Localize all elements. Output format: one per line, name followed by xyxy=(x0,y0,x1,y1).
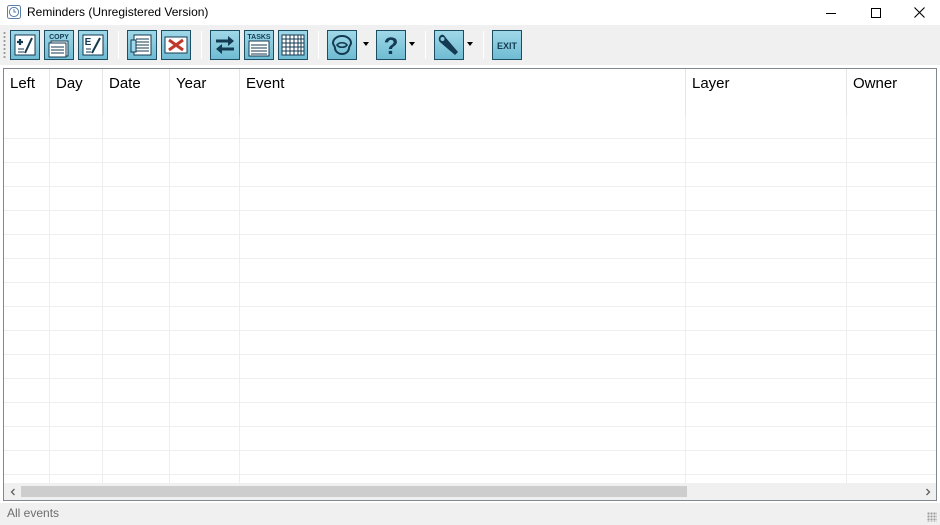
column-header-date[interactable]: Date xyxy=(103,69,170,115)
clock-app-icon xyxy=(7,5,21,19)
svg-text:?: ? xyxy=(384,33,399,59)
add-note-icon xyxy=(14,34,36,56)
scroll-thumb[interactable] xyxy=(21,486,687,497)
tasks-label: TASKS xyxy=(247,34,271,41)
status-text: All events xyxy=(7,506,60,520)
exit-icon: EXIT xyxy=(497,41,518,51)
column-divider xyxy=(169,115,170,483)
wrench-icon xyxy=(438,34,458,55)
column-header-day[interactable]: Day xyxy=(50,69,103,115)
edit-note-icon: E xyxy=(82,34,104,56)
grid-body[interactable] xyxy=(4,115,936,483)
column-divider xyxy=(685,115,686,483)
options-button[interactable] xyxy=(434,30,464,60)
column-header-layer[interactable]: Layer xyxy=(686,69,847,115)
column-header-year[interactable]: Year xyxy=(170,69,240,115)
layers-button[interactable] xyxy=(327,30,357,60)
exit-button[interactable]: EXIT xyxy=(492,30,522,60)
horizontal-scrollbar[interactable] xyxy=(4,483,936,500)
toolbar-separator xyxy=(425,31,426,59)
column-header-left[interactable]: Left xyxy=(4,69,50,115)
exit-label: EXIT xyxy=(497,41,518,51)
resize-grip-icon[interactable] xyxy=(927,512,937,522)
chevron-right-icon xyxy=(925,488,930,495)
new-reminder-button[interactable] xyxy=(10,30,40,60)
edit-reminder-button[interactable]: E xyxy=(78,30,108,60)
toolbar-separator xyxy=(118,31,119,59)
maximize-button[interactable] xyxy=(853,0,899,25)
chevron-left-icon xyxy=(10,488,15,495)
copy-icon: COPY xyxy=(48,34,69,58)
toolbar-separator xyxy=(483,31,484,59)
column-divider xyxy=(49,115,50,483)
layers-dropdown-icon[interactable] xyxy=(362,40,370,48)
column-divider xyxy=(239,115,240,483)
window-title: Reminders (Unregistered Version) xyxy=(27,5,209,19)
grid-header: Left Day Date Year Event Layer Owner xyxy=(4,69,936,115)
scroll-right-button[interactable] xyxy=(919,483,936,500)
scroll-left-button[interactable] xyxy=(4,483,21,500)
reminders-grid[interactable]: Left Day Date Year Event Layer Owner xyxy=(3,68,937,501)
close-icon xyxy=(913,7,925,18)
print-button[interactable] xyxy=(127,30,157,60)
copy-reminder-button[interactable]: COPY xyxy=(44,30,74,60)
options-dropdown-icon[interactable] xyxy=(466,40,474,48)
help-dropdown-icon[interactable] xyxy=(408,40,416,48)
tasks-button[interactable]: TASKS xyxy=(244,30,274,60)
delete-x-icon xyxy=(164,36,188,54)
minimize-button[interactable] xyxy=(808,0,854,25)
column-divider xyxy=(102,115,103,483)
copy-label: COPY xyxy=(49,34,69,41)
svg-text:E: E xyxy=(85,37,92,48)
maximize-icon xyxy=(871,7,881,18)
toolbar-grip[interactable] xyxy=(3,31,6,59)
toolbar-separator xyxy=(201,31,202,59)
column-divider xyxy=(846,115,847,483)
minimize-icon xyxy=(826,12,836,14)
column-header-owner[interactable]: Owner xyxy=(847,69,936,115)
print-list-icon xyxy=(130,34,152,56)
swap-arrows-icon xyxy=(216,36,234,54)
layers-icon xyxy=(331,34,353,56)
toolbar: COPY E TASKS ? EXIT xyxy=(0,25,940,65)
help-question-icon: ? xyxy=(384,33,399,59)
calendar-button[interactable] xyxy=(278,30,308,60)
column-header-event[interactable]: Event xyxy=(240,69,686,115)
toggle-view-button[interactable] xyxy=(210,30,240,60)
toolbar-separator xyxy=(318,31,319,59)
calendar-grid-icon xyxy=(281,34,305,56)
close-button[interactable] xyxy=(896,0,940,25)
help-button[interactable]: ? xyxy=(376,30,406,60)
status-bar: All events xyxy=(0,503,940,525)
delete-button[interactable] xyxy=(161,30,191,60)
title-bar: Reminders (Unregistered Version) xyxy=(0,0,940,25)
tasks-icon: TASKS xyxy=(247,34,271,57)
